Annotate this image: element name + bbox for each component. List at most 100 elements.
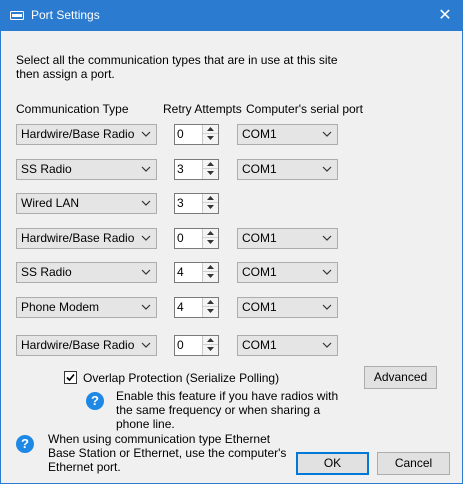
window-title: Port Settings bbox=[31, 8, 100, 22]
decrement-button[interactable] bbox=[203, 134, 218, 144]
chevron-down-icon bbox=[141, 166, 151, 172]
chevron-down-icon bbox=[141, 269, 151, 275]
comm-type-select[interactable]: Hardwire/Base Radio bbox=[16, 228, 157, 249]
decrement-button[interactable] bbox=[203, 169, 218, 179]
checkmark-icon bbox=[66, 373, 75, 382]
serial-port-select[interactable]: COM1 bbox=[237, 124, 338, 145]
overlap-protection-label[interactable]: Overlap Protection (Serialize Polling) bbox=[83, 371, 279, 385]
arrow-up-icon bbox=[207, 196, 214, 200]
serial-port-select[interactable]: COM1 bbox=[237, 159, 338, 180]
retry-attempts-value: 0 bbox=[177, 127, 184, 141]
chevron-down-icon bbox=[141, 200, 151, 206]
serial-port-value: COM1 bbox=[242, 265, 277, 279]
increment-button[interactable] bbox=[203, 229, 218, 238]
stepper-buttons bbox=[202, 160, 218, 179]
serial-port-select[interactable]: COM1 bbox=[237, 297, 338, 318]
increment-button[interactable] bbox=[203, 336, 218, 345]
comm-type-value: Hardwire/Base Radio bbox=[21, 338, 135, 352]
retry-attempts-stepper[interactable]: 0 bbox=[174, 228, 219, 249]
arrow-up-icon bbox=[207, 265, 214, 269]
chevron-down-icon bbox=[141, 131, 151, 137]
window-icon bbox=[10, 11, 24, 20]
title-bar: Port Settings ✕ bbox=[1, 1, 462, 31]
increment-button[interactable] bbox=[203, 298, 218, 307]
arrow-up-icon bbox=[207, 162, 214, 166]
ok-button[interactable]: OK bbox=[296, 452, 369, 475]
arrow-up-icon bbox=[207, 127, 214, 131]
chevron-down-icon bbox=[322, 235, 332, 241]
dialog-body: Select all the communication types that … bbox=[1, 31, 462, 483]
stepper-buttons bbox=[202, 194, 218, 213]
arrow-down-icon bbox=[207, 136, 214, 140]
overlap-protection-checkbox[interactable] bbox=[64, 371, 77, 384]
chevron-down-icon bbox=[322, 166, 332, 172]
decrement-button[interactable] bbox=[203, 307, 218, 317]
stepper-buttons bbox=[202, 229, 218, 248]
retry-attempts-value: 0 bbox=[177, 338, 184, 352]
retry-attempts-value: 3 bbox=[177, 196, 184, 210]
chevron-down-icon bbox=[141, 304, 151, 310]
serial-port-select[interactable]: COM1 bbox=[237, 335, 338, 356]
comm-type-select[interactable]: Hardwire/Base Radio bbox=[16, 124, 157, 145]
decrement-button[interactable] bbox=[203, 345, 218, 355]
comm-type-select[interactable]: Wired LAN bbox=[16, 193, 157, 214]
chevron-down-icon bbox=[141, 235, 151, 241]
retry-attempts-value: 4 bbox=[177, 300, 184, 314]
serial-port-value: COM1 bbox=[242, 300, 277, 314]
arrow-up-icon bbox=[207, 300, 214, 304]
increment-button[interactable] bbox=[203, 125, 218, 134]
decrement-button[interactable] bbox=[203, 238, 218, 248]
arrow-down-icon bbox=[207, 274, 214, 278]
header-communication-type: Communication Type bbox=[16, 102, 129, 116]
help-icon: ? bbox=[86, 392, 104, 410]
header-serial-port: Computer's serial port bbox=[246, 102, 363, 116]
comm-type-value: Phone Modem bbox=[21, 300, 100, 314]
retry-attempts-stepper[interactable]: 3 bbox=[174, 193, 219, 214]
retry-attempts-value: 0 bbox=[177, 231, 184, 245]
arrow-up-icon bbox=[207, 231, 214, 235]
increment-button[interactable] bbox=[203, 160, 218, 169]
comm-type-value: SS Radio bbox=[21, 162, 72, 176]
arrow-up-icon bbox=[207, 338, 214, 342]
cancel-button-label: Cancel bbox=[394, 456, 433, 470]
comm-type-select[interactable]: SS Radio bbox=[16, 159, 157, 180]
decrement-button[interactable] bbox=[203, 203, 218, 213]
increment-button[interactable] bbox=[203, 263, 218, 272]
retry-attempts-value: 4 bbox=[177, 265, 184, 279]
help-icon: ? bbox=[16, 435, 34, 453]
chevron-down-icon bbox=[322, 131, 332, 137]
serial-port-value: COM1 bbox=[242, 338, 277, 352]
chevron-down-icon bbox=[322, 304, 332, 310]
serial-port-value: COM1 bbox=[242, 231, 277, 245]
retry-attempts-stepper[interactable]: 4 bbox=[174, 297, 219, 318]
comm-type-select[interactable]: Hardwire/Base Radio bbox=[16, 335, 157, 356]
retry-attempts-stepper[interactable]: 3 bbox=[174, 159, 219, 180]
advanced-button[interactable]: Advanced bbox=[364, 366, 437, 389]
ethernet-note: When using communication type Ethernet B… bbox=[48, 432, 287, 474]
comm-type-select[interactable]: Phone Modem bbox=[16, 297, 157, 318]
retry-attempts-stepper[interactable]: 4 bbox=[174, 262, 219, 283]
arrow-down-icon bbox=[207, 205, 214, 209]
close-icon: ✕ bbox=[438, 7, 452, 24]
header-retry-attempts: Retry Attempts bbox=[163, 102, 242, 116]
overlap-help-text: Enable this feature if you have radios w… bbox=[116, 389, 339, 431]
serial-port-select[interactable]: COM1 bbox=[237, 262, 338, 283]
serial-port-value: COM1 bbox=[242, 162, 277, 176]
serial-port-select[interactable]: COM1 bbox=[237, 228, 338, 249]
stepper-buttons bbox=[202, 298, 218, 317]
comm-type-value: Hardwire/Base Radio bbox=[21, 231, 135, 245]
retry-attempts-stepper[interactable]: 0 bbox=[174, 335, 219, 356]
retry-attempts-stepper[interactable]: 0 bbox=[174, 124, 219, 145]
cancel-button[interactable]: Cancel bbox=[377, 452, 450, 475]
comm-type-value: Hardwire/Base Radio bbox=[21, 127, 135, 141]
stepper-buttons bbox=[202, 336, 218, 355]
close-button[interactable]: ✕ bbox=[428, 1, 462, 31]
comm-type-select[interactable]: SS Radio bbox=[16, 262, 157, 283]
chevron-down-icon bbox=[322, 269, 332, 275]
arrow-down-icon bbox=[207, 309, 214, 313]
stepper-buttons bbox=[202, 125, 218, 144]
increment-button[interactable] bbox=[203, 194, 218, 203]
comm-type-value: SS Radio bbox=[21, 265, 72, 279]
arrow-down-icon bbox=[207, 347, 214, 351]
decrement-button[interactable] bbox=[203, 272, 218, 282]
